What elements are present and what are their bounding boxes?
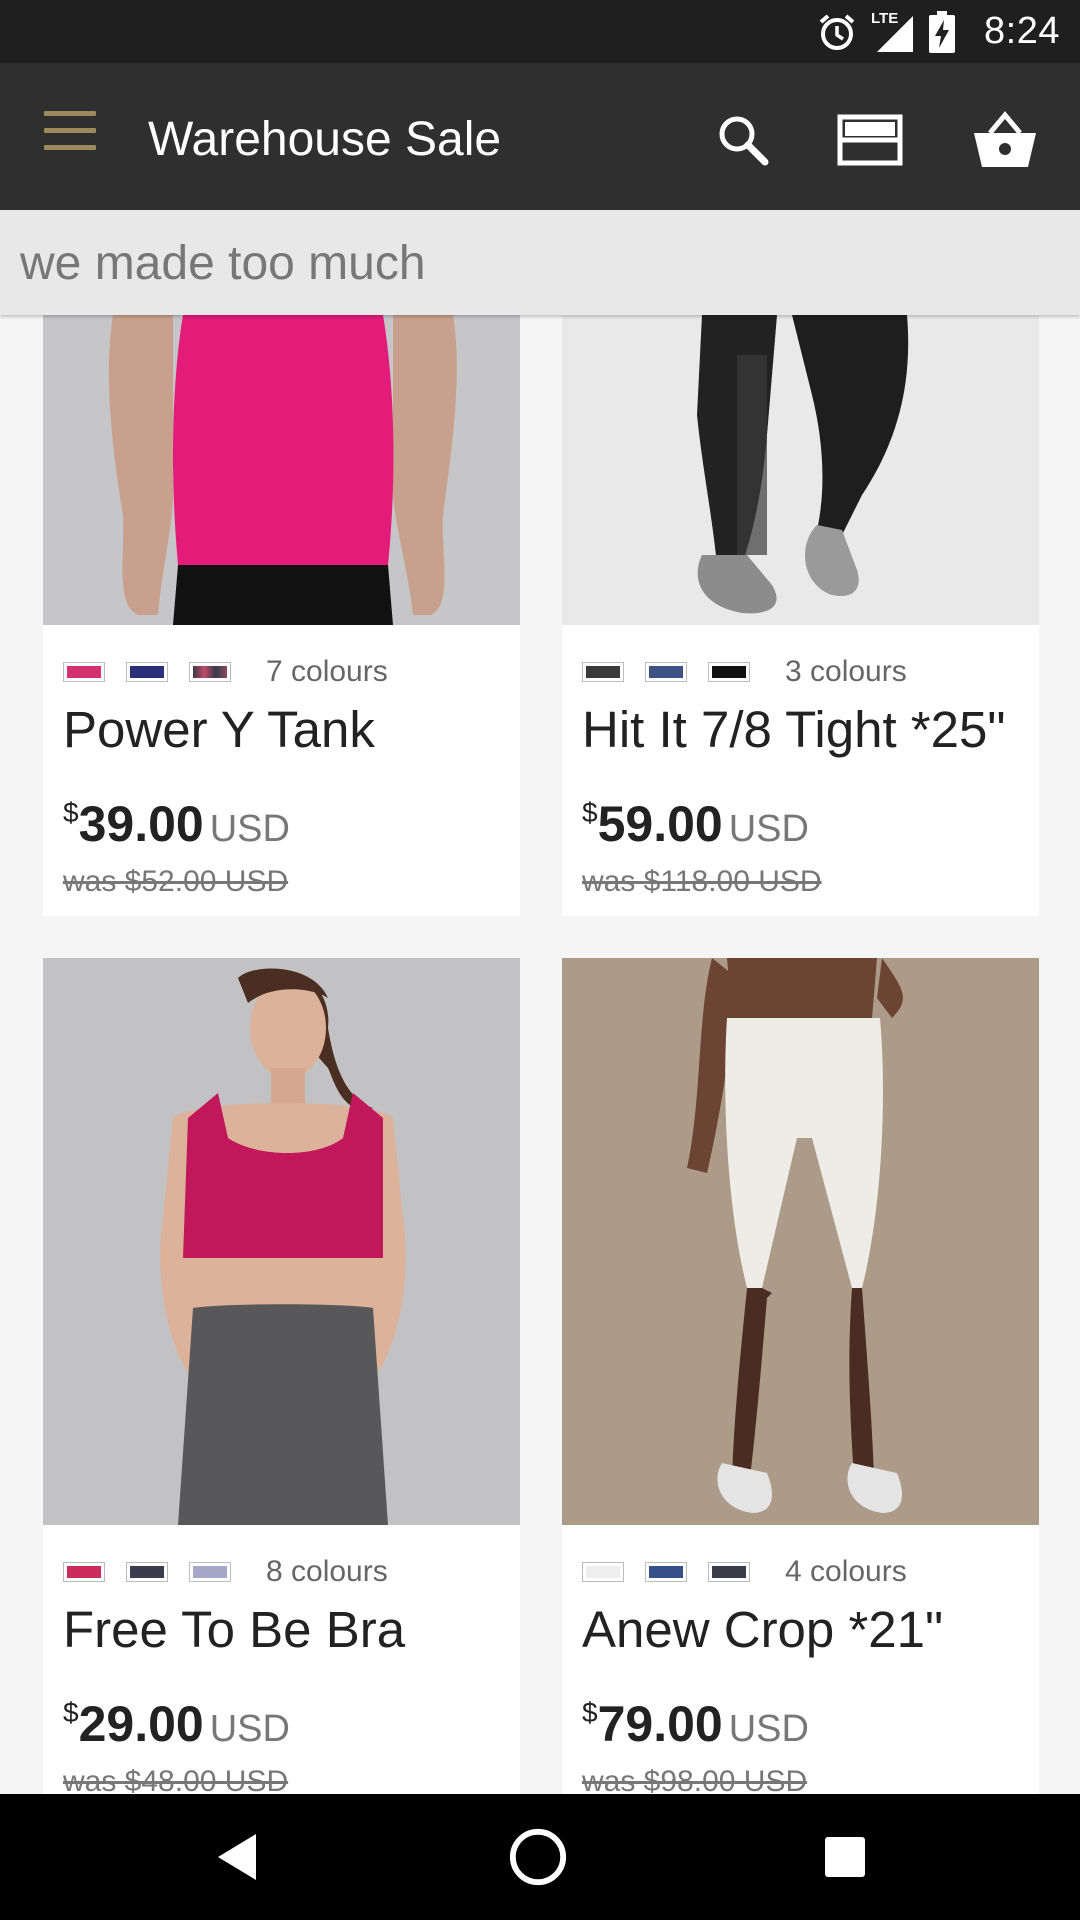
alarm-icon	[819, 14, 855, 50]
product-name[interactable]: Free To Be Bra	[63, 1600, 405, 1659]
colour-swatch[interactable]	[582, 1562, 624, 1582]
sale-banner: we made too much	[0, 210, 1080, 315]
colour-swatch[interactable]	[582, 662, 624, 682]
app-toolbar: Warehouse Sale	[0, 63, 1080, 210]
currency-symbol: $	[582, 797, 598, 828]
price-currency: USD	[209, 808, 290, 850]
colour-swatch[interactable]	[126, 1562, 168, 1582]
system-navigation-bar	[0, 1794, 1080, 1920]
product-card[interactable]: 4 colours Anew Crop *21" $79.00 USD was $…	[562, 958, 1039, 1795]
sale-tagline: we made too much	[20, 237, 426, 290]
colour-swatch[interactable]	[708, 1562, 750, 1582]
colour-swatches: 3 colours	[582, 655, 907, 689]
product-image[interactable]	[562, 958, 1039, 1525]
basket-icon[interactable]	[970, 105, 1040, 175]
price-currency: USD	[209, 1708, 290, 1750]
home-icon[interactable]	[508, 1827, 568, 1887]
original-price: was $118.00 USD	[582, 865, 822, 898]
page-title: Warehouse Sale	[148, 113, 502, 166]
back-icon[interactable]	[208, 1827, 268, 1887]
price-currency: USD	[728, 1708, 809, 1750]
original-price: was $52.00 USD	[63, 865, 289, 898]
price-amount: 29.00	[78, 1696, 204, 1752]
product-card[interactable]: 7 colours Power Y Tank $39.00 USD was $52…	[43, 315, 520, 916]
price-amount: 59.00	[597, 796, 723, 852]
status-bar: LTE 8:24	[0, 0, 1080, 63]
recents-icon[interactable]	[815, 1827, 875, 1887]
colour-swatch[interactable]	[63, 1562, 105, 1582]
product-price: $79.00 USD	[582, 1695, 809, 1753]
product-card[interactable]: 3 colours Hit It 7/8 Tight *25" $59.00 US…	[562, 315, 1039, 916]
product-price: $29.00 USD	[63, 1695, 290, 1753]
product-price: $39.00 USD	[63, 795, 290, 853]
currency-symbol: $	[63, 1697, 79, 1728]
colour-swatches: 8 colours	[63, 1555, 388, 1589]
product-price: $59.00 USD	[582, 795, 809, 853]
colour-swatch[interactable]	[189, 662, 231, 682]
original-price: was $98.00 USD	[582, 1765, 808, 1795]
product-grid: 7 colours Power Y Tank $39.00 USD was $52…	[0, 315, 1080, 1795]
colour-swatch[interactable]	[708, 662, 750, 682]
colour-swatches: 7 colours	[63, 655, 388, 689]
search-icon[interactable]	[708, 105, 778, 175]
colour-count: 7 colours	[266, 655, 388, 688]
product-name[interactable]: Power Y Tank	[63, 700, 375, 759]
colour-count: 3 colours	[785, 655, 907, 688]
battery-charging-icon	[929, 11, 955, 53]
price-amount: 79.00	[597, 1696, 723, 1752]
currency-symbol: $	[582, 1697, 598, 1728]
signal-icon: LTE	[871, 10, 915, 52]
colour-swatch[interactable]	[645, 662, 687, 682]
product-name[interactable]: Hit It 7/8 Tight *25"	[582, 700, 1006, 759]
product-name[interactable]: Anew Crop *21"	[582, 1600, 943, 1659]
colour-swatches: 4 colours	[582, 1555, 907, 1589]
status-icons: LTE	[817, 9, 955, 55]
menu-icon[interactable]	[40, 111, 100, 163]
price-currency: USD	[728, 808, 809, 850]
view-toggle-icon[interactable]	[835, 105, 905, 175]
product-card[interactable]: 8 colours Free To Be Bra $29.00 USD was $…	[43, 958, 520, 1795]
status-time: 8:24	[984, 10, 1060, 52]
colour-swatch[interactable]	[126, 662, 168, 682]
currency-symbol: $	[63, 797, 79, 828]
colour-swatch[interactable]	[189, 1562, 231, 1582]
colour-count: 4 colours	[785, 1555, 907, 1588]
colour-count: 8 colours	[266, 1555, 388, 1588]
product-image[interactable]	[43, 958, 520, 1525]
price-amount: 39.00	[78, 796, 204, 852]
original-price: was $48.00 USD	[63, 1765, 289, 1795]
colour-swatch[interactable]	[63, 662, 105, 682]
product-image[interactable]	[562, 315, 1039, 625]
colour-swatch[interactable]	[645, 1562, 687, 1582]
product-image[interactable]	[43, 315, 520, 625]
